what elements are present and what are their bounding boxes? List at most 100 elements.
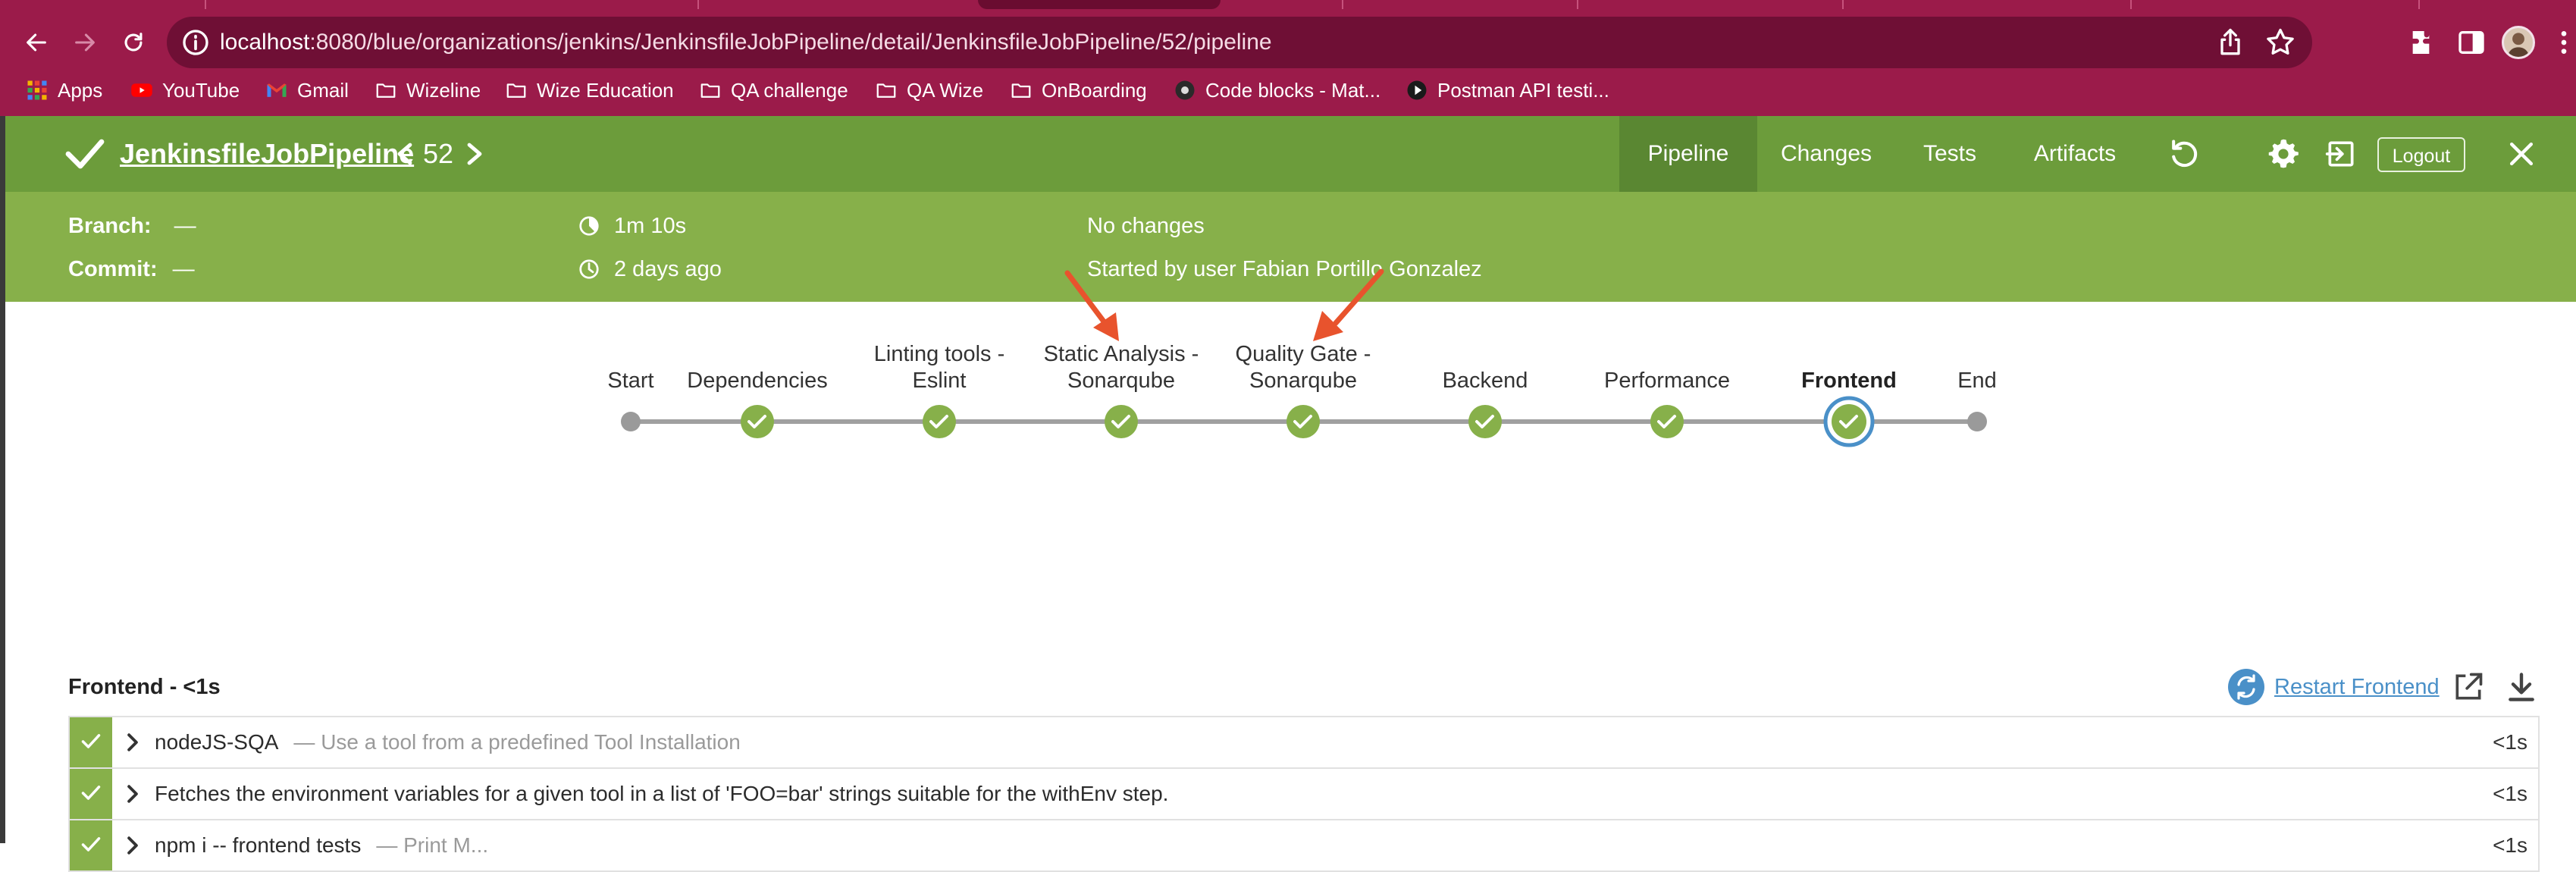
started-by-text: Started by user Fabian Portillo Gonzalez [1087,257,1482,281]
close-icon[interactable] [2505,137,2538,171]
step-name: Fetches the environment variables for a … [155,782,1169,805]
folder-icon [700,83,720,98]
url-text[interactable]: localhost:8080/blue/organizations/jenkin… [220,17,1272,68]
stage-node-sonarqube[interactable] [1105,405,1138,438]
bookmark-postman[interactable]: Postman API testi... [1406,74,1609,106]
bookmark-label: Postman API testi... [1437,78,1609,102]
stage-label-line2: Frontend [1801,369,1897,393]
bookmark-star-icon[interactable] [2264,26,2297,59]
stage-node-dependencies[interactable] [741,405,774,438]
site-info-icon[interactable] [180,27,211,58]
tab-changes[interactable]: Changes [1757,116,1895,192]
youtube-icon [131,83,152,97]
stage-label[interactable]: Frontend [1801,368,1897,394]
bookmark-folder[interactable]: OnBoarding [1010,74,1147,106]
stage-label[interactable]: Performance [1604,368,1730,394]
tab-separator [2418,0,2420,9]
step-row[interactable]: npm i -- frontend tests — Print M... <1s [68,819,2540,872]
rerun-icon[interactable] [2167,137,2200,171]
run-number: 52 [423,138,454,169]
bookmark-gmail[interactable]: Gmail [265,74,349,106]
success-check-icon [65,139,105,169]
extensions-puzzle-icon[interactable] [2408,27,2438,58]
stage-node-frontend[interactable] [1823,396,1875,447]
address-bar[interactable]: localhost:8080/blue/organizations/jenkin… [167,17,2312,68]
open-external-icon[interactable] [2452,670,2485,704]
stage-node-eslint[interactable] [923,405,956,438]
reload-button[interactable] [112,21,155,64]
bookmarks-bar: Apps YouTube Gmail Wizeline Wize Educati… [0,74,2576,106]
end-node-dot [1967,412,1987,431]
stage-node-performance[interactable] [1650,405,1684,438]
stage-label[interactable]: Linting tools - Eslint [874,341,1005,394]
stage-node-end [1967,412,1987,431]
chevron-left-icon[interactable] [394,142,414,166]
bookmark-folder[interactable]: QA Wize [875,74,983,106]
site-icon [1175,80,1195,100]
reload-icon [124,33,143,52]
stage-node-sonarqube[interactable] [1286,405,1320,438]
chevron-right-icon[interactable] [124,732,141,752]
stage-label[interactable]: End [1957,368,1997,394]
side-panel-icon[interactable] [2456,27,2487,58]
back-button[interactable] [15,21,58,64]
stage-label-line2: End [1957,369,1997,393]
forward-button[interactable] [64,21,106,64]
stage-label-line2: Dependencies [687,369,828,393]
tab-artifacts[interactable]: Artifacts [2004,116,2145,192]
bookmark-apps[interactable]: Apps [26,74,102,106]
stage-label[interactable]: Start [607,368,653,394]
tab-tests[interactable]: Tests [1895,116,2004,192]
gear-icon[interactable] [2267,137,2300,171]
stage-label[interactable]: Static Analysis - Sonarqube [1044,341,1199,394]
step-row[interactable]: Fetches the environment variables for a … [68,767,2540,819]
restart-stage-button[interactable]: Restart Frontend [2227,667,2440,707]
stage-label[interactable]: Quality Gate - Sonarqube [1236,341,1371,394]
active-tab[interactable] [978,0,1221,9]
bookmark-label: Wizeline [406,78,481,102]
stage-label[interactable]: Backend [1443,368,1528,394]
tab-pipeline[interactable]: Pipeline [1619,116,1757,192]
tab-separator [2130,0,2132,9]
stage-label-line2: Performance [1603,369,1731,393]
bookmark-folder[interactable]: Wizeline [374,74,481,106]
commit-row: Commit: — [68,257,195,282]
commit-label: Commit: [68,257,158,281]
bookmark-folder[interactable]: QA challenge [699,74,848,106]
profile-avatar[interactable] [2502,26,2535,59]
folder-icon [876,83,896,98]
stage-success-dot [1105,405,1138,438]
check-icon [81,734,101,748]
avatar-person-icon [2507,33,2530,57]
stage-label[interactable]: Dependencies [687,368,827,394]
stage-success-dot [1286,405,1320,438]
steps-list: nodeJS-SQA — Use a tool from a predefined… [68,716,2540,872]
bookmark-label: YouTube [162,78,240,102]
bookmark-youtube[interactable]: YouTube [130,74,240,106]
chevron-right-icon[interactable] [465,142,485,166]
stage-success-dot [1650,405,1684,438]
bookmark-label: Wize Education [537,78,674,102]
tab-separator [205,0,206,9]
download-icon[interactable] [2505,670,2538,704]
step-name: npm i -- frontend tests [155,833,362,857]
bookmark-folder[interactable]: Wize Education [505,74,674,106]
chevron-right-icon[interactable] [124,784,141,804]
stage-label-line2: Eslint [912,369,967,393]
browser-menu-icon[interactable] [2556,27,2571,58]
commit-value: — [172,257,195,281]
job-name-link[interactable]: JenkinsfileJobPipeline [120,116,414,192]
chevron-right-icon[interactable] [124,836,141,855]
bookmark-code-blocks[interactable]: Code blocks - Mat... [1174,74,1380,106]
stage-node-backend[interactable] [1468,405,1502,438]
share-icon[interactable] [2214,26,2247,59]
branch-value: — [174,214,196,238]
exit-to-classic-icon[interactable] [2324,137,2358,171]
tab-strip [0,0,2576,9]
stage-success-dot [1832,404,1866,439]
step-row[interactable]: nodeJS-SQA — Use a tool from a predefined… [68,716,2540,767]
logout-button[interactable]: Logout [2377,137,2465,172]
stage-node-start [621,412,641,431]
annotation-arrow [1313,268,1384,341]
time-ago: 2 days ago [614,257,722,281]
